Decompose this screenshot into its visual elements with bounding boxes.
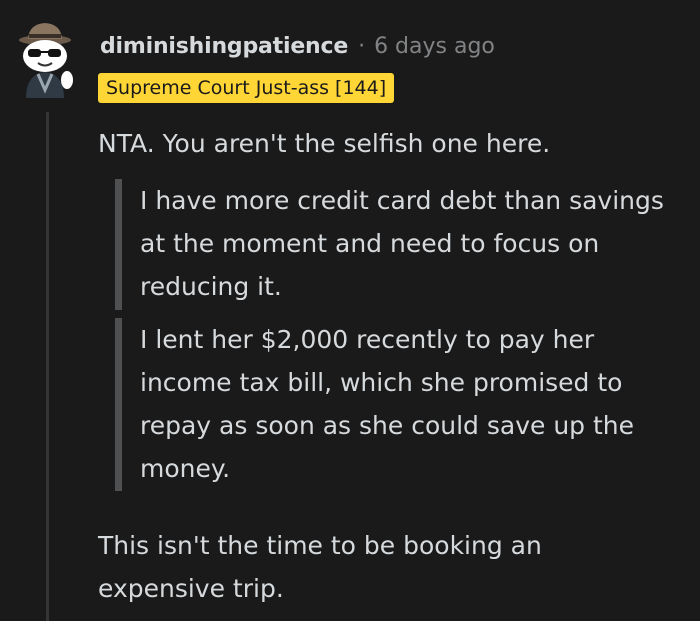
timestamp[interactable]: 6 days ago xyxy=(374,34,495,59)
user-avatar[interactable] xyxy=(14,18,80,98)
comment-outro-text: This isn't the time to be booking an exp… xyxy=(98,531,542,603)
comment-intro-text: NTA. You aren't the selfish one here. xyxy=(98,129,551,158)
user-flair-badge: Supreme Court Just-ass [144] xyxy=(98,73,395,103)
blockquote-bar xyxy=(115,318,122,491)
thread-collapse-line[interactable] xyxy=(46,112,49,621)
snoo-detective-avatar-icon xyxy=(19,23,73,98)
blockquote-text: I have more credit card debt than saving… xyxy=(140,186,664,301)
blockquote-bar xyxy=(115,179,122,310)
blockquote-2: I lent her $2,000 recently to pay her in… xyxy=(115,318,685,491)
header-separator: · xyxy=(358,33,366,59)
username-link[interactable]: diminishingpatience xyxy=(100,34,348,59)
blockquote-text: I lent her $2,000 recently to pay her in… xyxy=(140,325,635,483)
blockquote-1: I have more credit card debt than saving… xyxy=(115,179,685,310)
comment-header: diminishingpatience · 6 days ago xyxy=(100,29,495,63)
